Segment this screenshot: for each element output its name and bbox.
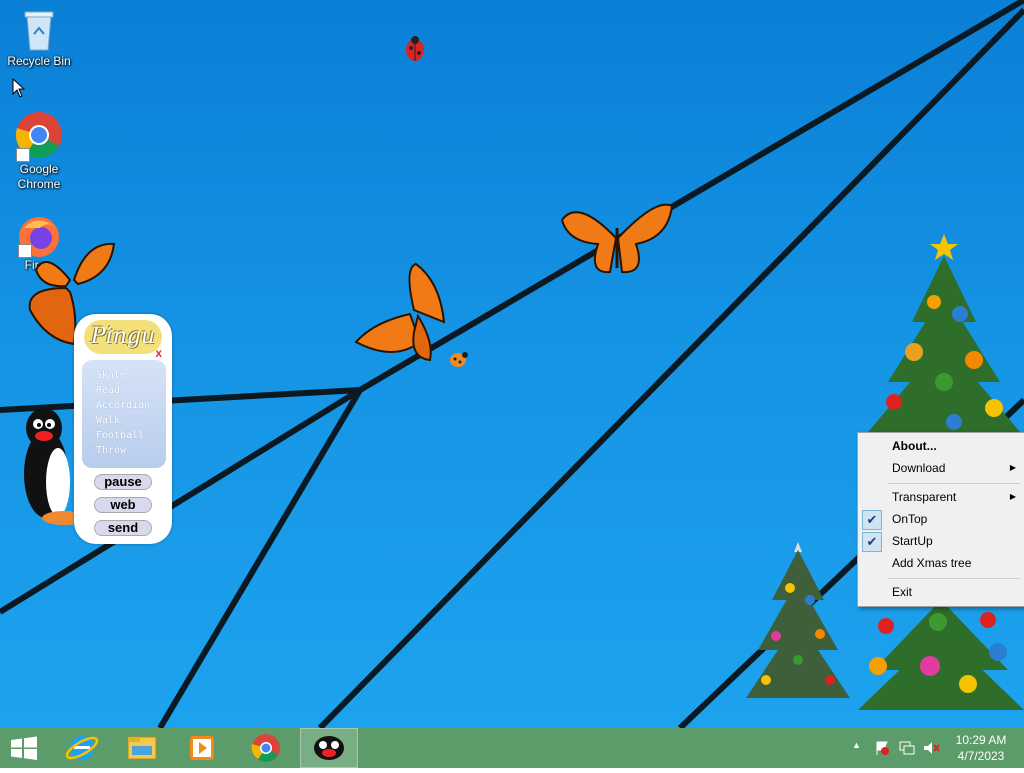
send-button[interactable]: send	[94, 520, 152, 536]
pingu-action-throw[interactable]: Throw	[82, 443, 166, 458]
pingu-action-skate[interactable]: Skate	[82, 368, 166, 383]
pingu-control-panel: Pingu x Skate Read Accordian Walk Footba…	[74, 314, 172, 544]
taskbar: ▲ 10:29 AM 4/7/2023	[0, 728, 1024, 768]
menu-item-about[interactable]: About...	[858, 435, 1024, 457]
volume-muted-icon[interactable]	[922, 740, 940, 756]
menu-item-transparent[interactable]: Transparent ▶	[858, 486, 1024, 508]
butterfly-icon	[354, 262, 446, 362]
menu-separator	[888, 578, 1020, 579]
internet-explorer-icon	[65, 736, 99, 760]
network-icon[interactable]	[898, 740, 916, 756]
menu-item-add-xmas-tree[interactable]: Add Xmas tree	[858, 552, 1024, 574]
menu-item-exit[interactable]: Exit	[858, 581, 1024, 603]
checkmark-icon: ✔	[862, 510, 882, 530]
chrome-icon	[251, 734, 280, 762]
pingu-action-walk[interactable]: Walk	[82, 413, 166, 428]
taskbar-media-player[interactable]	[174, 728, 230, 768]
menu-item-download[interactable]: Download ▶	[858, 457, 1024, 479]
action-center-flag-icon[interactable]	[874, 740, 890, 756]
taskbar-clock[interactable]: 10:29 AM 4/7/2023	[950, 732, 1012, 764]
pingu-title: Pingu	[84, 320, 162, 354]
menu-item-label: Exit	[892, 585, 913, 599]
start-button[interactable]	[0, 728, 48, 768]
start-icon	[11, 736, 37, 760]
menu-item-label: StartUp	[892, 534, 933, 548]
menu-item-label: About...	[892, 439, 937, 453]
butterfly-icon	[560, 203, 674, 274]
desktop-icon-label: Recycle Bin	[7, 54, 71, 68]
menu-item-label: OnTop	[892, 512, 928, 526]
pingu-app-icon	[314, 736, 344, 760]
file-explorer-icon	[127, 736, 157, 760]
menu-item-startup[interactable]: ✔ StartUp	[858, 530, 1024, 552]
taskbar-chrome[interactable]	[238, 728, 294, 768]
desktop-icon-google-chrome[interactable]: Google Chrome	[1, 110, 77, 192]
ladybug-icon	[406, 36, 424, 61]
desktop-icon-label: Google Chrome	[17, 162, 61, 191]
desktop[interactable]: Recycle Bin Google Chrome Fire Pingu x S…	[0, 0, 1024, 728]
pingu-action-football[interactable]: Football	[82, 428, 166, 443]
menu-item-label: Download	[892, 461, 946, 475]
pingu-close-button[interactable]: x	[155, 346, 162, 360]
pause-button[interactable]: pause	[94, 474, 152, 490]
christmas-tree-icon	[746, 542, 850, 698]
recycle-bin-icon	[24, 11, 54, 51]
mouse-cursor-icon	[12, 78, 26, 98]
menu-separator	[888, 483, 1020, 484]
pingu-action-list: Skate Read Accordian Walk Football Throw	[82, 360, 166, 468]
media-player-icon	[190, 736, 214, 760]
web-button[interactable]: web	[94, 497, 152, 513]
christmas-tree-icon	[868, 234, 1020, 432]
show-hidden-icons-button[interactable]: ▲	[852, 740, 861, 750]
taskbar-file-explorer[interactable]	[114, 728, 170, 768]
submenu-arrow-icon: ▶	[1009, 492, 1016, 501]
pingu-action-accordian[interactable]: Accordian	[82, 398, 166, 413]
pingu-action-read[interactable]: Read	[82, 383, 166, 398]
shortcut-arrow-icon	[16, 148, 30, 162]
submenu-arrow-icon: ▶	[1009, 463, 1016, 472]
christmas-tree-icon	[858, 600, 1024, 710]
menu-item-ontop[interactable]: ✔ OnTop	[858, 508, 1024, 530]
menu-item-label: Transparent	[892, 490, 957, 504]
menu-item-label: Add Xmas tree	[892, 556, 972, 570]
desktop-icon-recycle-bin[interactable]: Recycle Bin	[1, 8, 77, 69]
clock-date: 4/7/2023	[957, 749, 1005, 763]
taskbar-pingu[interactable]	[300, 728, 358, 768]
clock-time: 10:29 AM	[955, 733, 1007, 747]
taskbar-internet-explorer[interactable]	[54, 728, 110, 768]
context-menu: About... Download ▶ Transparent ▶ ✔ OnTo…	[857, 432, 1024, 607]
checkmark-icon: ✔	[862, 532, 882, 552]
